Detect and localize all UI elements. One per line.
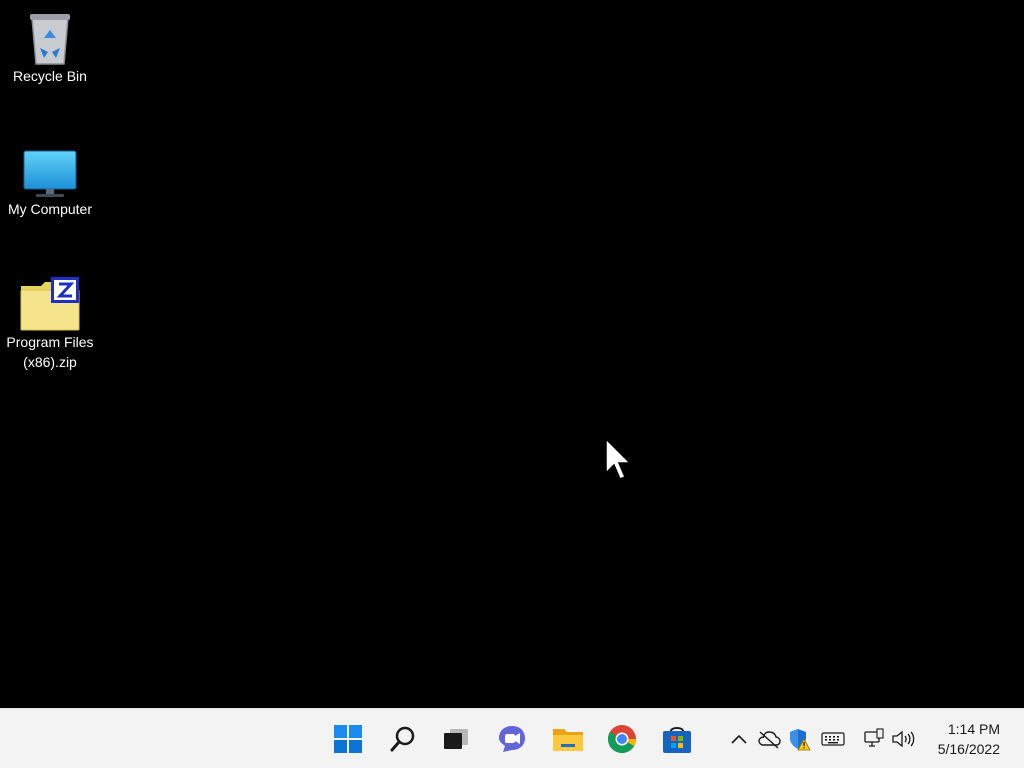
file-explorer-icon[interactable] [548,719,588,759]
desktop-icon-my-computer[interactable]: My Computer [0,141,100,219]
windows-start-icon[interactable] [328,719,368,759]
store-icon[interactable] [657,719,697,759]
teams-chat-icon[interactable] [492,719,532,759]
desktop-icon-recycle-bin[interactable]: Recycle Bin [0,8,100,86]
task-view-icon[interactable] [436,719,476,759]
desktop[interactable]: Recycle Bin My Computer Program Files (x… [0,0,1024,708]
desktop-icon-label: Program Files (x86).zip [6,334,94,370]
clock-time: 1:14 PM [947,721,1000,737]
search-icon[interactable] [383,719,423,759]
chrome-icon[interactable] [602,719,642,759]
desktop-icon-label: Recycle Bin [13,68,87,84]
mouse-cursor-icon [605,437,632,480]
chevron-up-icon[interactable] [727,727,751,751]
onedrive-offline-icon[interactable] [757,727,781,751]
desktop-icon-label: My Computer [7,201,93,217]
keyboard-icon[interactable] [821,727,845,751]
taskbar: 1:14 PM 5/16/2022 [0,708,1024,768]
security-shield-icon[interactable] [787,727,811,751]
desktop-icon-program-files-zip[interactable]: Program Files (x86).zip [0,274,100,372]
taskbar-clock[interactable]: 1:14 PM 5/16/2022 [920,719,1000,759]
network-icon[interactable] [861,727,885,751]
monitor-icon [18,141,82,199]
zip-folder-icon [18,274,82,332]
volume-icon[interactable] [891,727,915,751]
recycle-bin-icon [18,8,82,66]
clock-date: 5/16/2022 [937,741,1000,757]
